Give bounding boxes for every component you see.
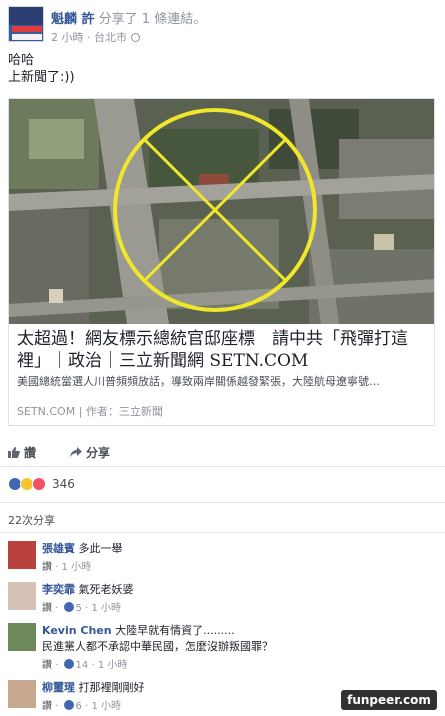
link-description: 美國總統當選人川普頻頻放話，導致兩岸關係越發緊張，大陸航母遼寧號…	[17, 375, 380, 388]
share-icon	[70, 447, 82, 458]
commenter-avatar[interactable]	[8, 582, 36, 610]
comment-like-link[interactable]: 讚	[42, 603, 52, 614]
comment-like-link[interactable]: 讚	[42, 562, 52, 573]
share-button[interactable]: 分享	[70, 444, 110, 461]
comment-time[interactable]: 1 小時	[91, 701, 121, 712]
comment-text-line2: 民進黨人都不承認中華民國，怎麼沒辦叛國罪？	[42, 640, 273, 653]
comment-time[interactable]: 1 小時	[98, 660, 128, 671]
share-label: 分享	[86, 446, 111, 460]
commenter-name[interactable]: 李奕霏	[42, 583, 75, 596]
link-title[interactable]: 太超過！網友標示總統官邸座標 請中共「飛彈打這裡」｜政治｜三立新聞網 SETN.…	[17, 328, 429, 372]
like-count-icon	[63, 700, 74, 710]
comment-body: 柳璽瑆 打那裡剛剛好	[42, 679, 145, 695]
divider	[0, 502, 445, 503]
post-text-line1: 哈哈	[8, 53, 35, 68]
post-location[interactable]: 台北市	[94, 31, 127, 44]
comment-body: Kevin Chen 大陸早就有情資了.........	[42, 622, 235, 638]
post-text: 哈哈 上新聞了:))	[8, 52, 75, 86]
like-label: 讚	[24, 446, 37, 460]
author-name[interactable]: 魁麟 許	[51, 12, 95, 27]
satellite-map-image[interactable]	[9, 99, 434, 324]
share-count[interactable]: 22次分享	[8, 512, 55, 528]
post-header: 魁麟 許 分享了 1 條連結。 2 小時 · 台北市	[8, 6, 437, 46]
commenter-avatar[interactable]	[8, 680, 36, 708]
comment: 張雄賓 多此一舉 讚 · 1 小時	[8, 539, 438, 583]
comment-text: 打那裡剛剛好	[78, 681, 145, 694]
comment-like-count[interactable]: 14	[76, 660, 89, 671]
comment: Kevin Chen 大陸早就有情資了......... 民進黨人都不承認中華民…	[8, 621, 438, 671]
commenter-name[interactable]: Kevin Chen	[42, 624, 112, 637]
love-reaction-icon	[32, 477, 46, 491]
comment-body: 張雄賓 多此一舉	[42, 540, 123, 556]
divider	[0, 466, 445, 467]
comment-meta: 讚 · 5 · 1 小時	[42, 602, 122, 614]
commenter-avatar[interactable]	[8, 623, 36, 651]
share-action-text: 分享了 1 條連結。	[98, 12, 207, 27]
divider	[0, 532, 445, 533]
commenter-name[interactable]: 張雄賓	[42, 542, 75, 555]
link-source: SETN.COM | 作者：三立新聞	[17, 405, 163, 418]
comment-text: 氣死老妖婆	[78, 583, 134, 596]
like-button[interactable]: 讚	[8, 444, 36, 461]
globe-icon	[130, 33, 140, 42]
post-meta: 2 小時 · 台北市	[51, 29, 140, 45]
comment-like-link[interactable]: 讚	[42, 701, 52, 712]
comment: 李奕霏 氣死老妖婆 讚 · 5 · 1 小時	[8, 580, 438, 624]
comment-text: 多此一舉	[78, 542, 123, 555]
comment-meta: 讚 · 14 · 1 小時	[42, 659, 128, 671]
post-text-line2: 上新聞了:))	[8, 70, 75, 85]
comment-text: 大陸早就有情資了.........	[115, 624, 235, 637]
comment-time[interactable]: 1 小時	[62, 562, 92, 573]
comment-body: 李奕霏 氣死老妖婆	[42, 581, 134, 597]
comment-meta: 讚 · 6 · 1 小時	[42, 700, 122, 712]
comment-like-count[interactable]: 5	[76, 603, 82, 614]
comment-meta: 讚 · 1 小時	[42, 562, 92, 573]
like-count-icon	[63, 602, 74, 612]
author-avatar[interactable]	[8, 6, 44, 42]
commenter-name[interactable]: 柳璽瑆	[42, 681, 75, 694]
like-count-icon	[63, 659, 74, 669]
comment-like-link[interactable]: 讚	[42, 660, 52, 671]
commenter-avatar[interactable]	[8, 541, 36, 569]
comment-like-count[interactable]: 6	[76, 701, 82, 712]
comment-time[interactable]: 1 小時	[91, 603, 121, 614]
reaction-count: 346	[52, 477, 75, 491]
thumbs-up-icon	[8, 447, 20, 458]
author-line: 魁麟 許 分享了 1 條連結。	[51, 8, 206, 27]
post-time[interactable]: 2 小時	[51, 31, 84, 44]
link-card[interactable]: 太超過！網友標示總統官邸座標 請中共「飛彈打這裡」｜政治｜三立新聞網 SETN.…	[8, 98, 435, 426]
site-watermark: funpeer.com	[341, 690, 437, 710]
